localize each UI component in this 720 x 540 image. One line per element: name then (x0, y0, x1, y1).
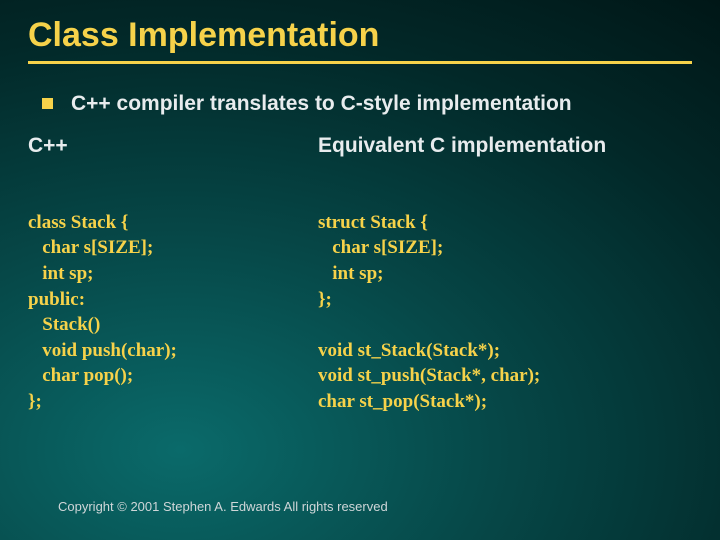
code-line: struct Stack { (318, 212, 428, 233)
code-columns: C++ class Stack { char s[SIZE]; int sp; … (0, 116, 720, 415)
code-line: Stack() (28, 314, 100, 335)
bullet-text: C++ compiler translates to C-style imple… (71, 92, 572, 116)
code-line: int sp; (318, 263, 383, 284)
column-cpp-heading: C++ (28, 134, 318, 158)
code-line: char s[SIZE]; (28, 237, 153, 258)
code-line: void st_push(Stack*, char); (318, 365, 540, 386)
code-line: void st_Stack(Stack*); (318, 340, 500, 361)
cpp-code: class Stack { char s[SIZE]; int sp; publ… (28, 184, 318, 415)
code-line: public: (28, 289, 85, 310)
column-c-heading: Equivalent C implementation (318, 134, 690, 158)
slide: Class Implementation C++ compiler transl… (0, 0, 720, 540)
code-line: void push(char); (28, 340, 177, 361)
code-line: class Stack { (28, 212, 128, 233)
code-line: int sp; (28, 263, 93, 284)
copyright-text: Copyright © 2001 Stephen A. Edwards All … (58, 499, 388, 514)
page-title: Class Implementation (0, 0, 720, 61)
column-cpp: C++ class Stack { char s[SIZE]; int sp; … (28, 134, 318, 415)
code-line: char pop(); (28, 365, 133, 386)
code-line: char st_pop(Stack*); (318, 391, 487, 412)
code-line: }; (28, 391, 42, 412)
code-line: char s[SIZE]; (318, 237, 443, 258)
column-c: Equivalent C implementation struct Stack… (318, 134, 690, 415)
code-line: }; (318, 289, 332, 310)
bullet-row: C++ compiler translates to C-style imple… (0, 64, 720, 116)
bullet-square-icon (42, 98, 53, 109)
c-code: struct Stack { char s[SIZE]; int sp; }; … (318, 184, 690, 415)
